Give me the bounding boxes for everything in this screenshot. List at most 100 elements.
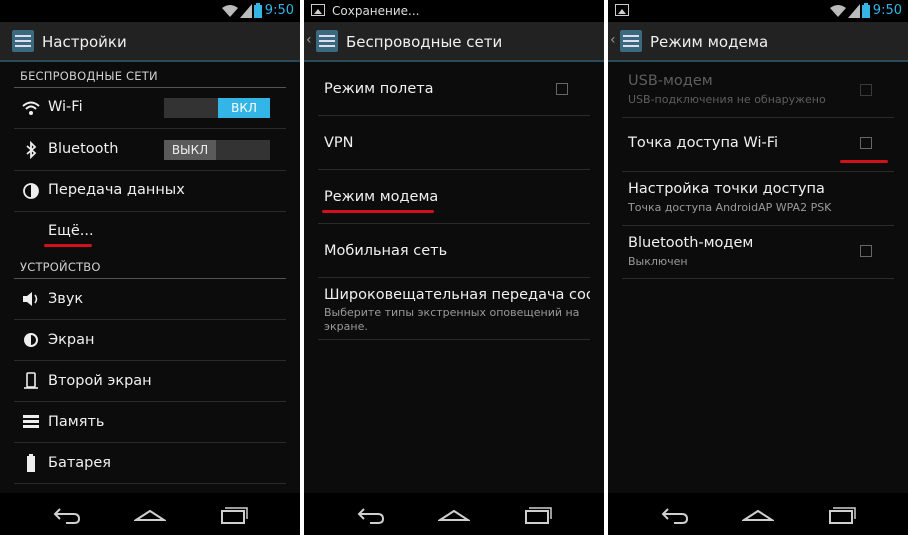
setting-usb-tethering: USB-модем USB-подключения не обнаружено [622,63,894,118]
navigation-bar [0,493,300,535]
hotspot-configure-label: Настройка точки доступа [628,181,825,197]
tethering-screen: 9:50 ‹ Режим модема USB-модем USB-подклю… [608,0,908,535]
wifi-signal-icon [222,5,238,17]
sound-label: Звук [48,291,84,307]
annotation-underline [44,244,92,247]
setting-vpn[interactable]: VPN [318,116,590,170]
navigation-bar [608,493,908,535]
page-title: Режим модема [650,33,769,51]
wifi-signal-icon [830,5,846,17]
display-label: Экран [48,332,95,348]
action-bar: ‹ Режим модема [608,22,908,62]
settings-item-battery[interactable]: Батарея [14,443,286,484]
wifi-label: Wi-Fi [48,99,83,115]
more-label: Ещё... [48,223,94,239]
setting-wifi-hotspot[interactable]: Точка доступа Wi-Fi [622,118,894,172]
status-bar: Сохранение... [304,0,604,22]
data-usage-icon [23,183,39,199]
section-header-wireless: БЕСПРОВОДНЫЕ СЕТИ [20,69,158,83]
setting-tethering[interactable]: Режим модема [318,170,590,224]
cell-signal-icon [240,4,252,18]
annotation-underline [322,210,434,213]
back-icon[interactable] [52,503,82,525]
brightness-icon [24,333,38,347]
bluetooth-label: Bluetooth [48,141,119,157]
second-screen-label: Второй экран [48,373,152,389]
storage-label: Память [48,414,105,430]
settings-item-second-screen[interactable]: Второй экран [14,361,286,402]
notification-text: Сохранение... [332,4,420,18]
setting-bluetooth-tethering[interactable]: Bluetooth-модем Выключен [622,226,894,279]
storage-icon [23,415,39,428]
recent-apps-icon[interactable] [218,503,248,525]
action-bar: Настройки [0,22,300,62]
annotation-underline [840,160,888,163]
airplane-mode-checkbox[interactable] [556,83,568,95]
status-bar: 9:50 [0,0,300,22]
bluetooth-tethering-checkbox[interactable] [860,245,872,257]
settings-app-icon[interactable] [12,30,34,52]
tethering-label: Режим модема [324,189,439,205]
recent-apps-icon[interactable] [826,503,856,525]
usb-tethering-summary: USB-подключения не обнаружено [628,93,826,106]
settings-item-display[interactable]: Экран [14,320,286,361]
status-bar: 9:50 [608,0,908,22]
cell-broadcast-label: Широковещательная передача соо [324,287,590,303]
image-notification-icon [311,4,325,16]
home-icon[interactable] [742,503,774,525]
setting-cell-broadcast[interactable]: Широковещательная передача соо Выберите … [318,278,590,340]
up-navigation-icon[interactable]: ‹ [610,32,616,48]
bluetooth-toggle[interactable]: ВЫКЛ [164,140,270,160]
settings-app-icon[interactable] [316,30,338,52]
home-icon[interactable] [438,503,470,525]
battery-status-icon [862,3,870,18]
cast-screen-icon [24,372,38,389]
settings-item-bluetooth[interactable]: Bluetooth ВЫКЛ [14,129,286,171]
bluetooth-toggle-off: ВЫКЛ [164,140,216,160]
setting-mobile-network[interactable]: Мобильная сеть [318,224,590,278]
hotspot-configure-summary: Точка доступа AndroidAP WPA2 PSK [628,201,832,214]
back-icon[interactable] [660,503,690,525]
cell-broadcast-summary-line1: Выберите типы экстренных оповещений на [324,306,580,319]
back-icon[interactable] [356,503,386,525]
setting-hotspot-configure[interactable]: Настройка точки доступа Точка доступа An… [622,172,894,226]
settings-screen: 9:50 Настройки БЕСПРОВОДНЫЕ СЕТИ Wi-Fi В… [0,0,300,535]
usb-tethering-checkbox [860,84,872,96]
usb-tethering-label: USB-модем [628,73,713,89]
page-title: Беспроводные сети [346,33,503,51]
recent-apps-icon[interactable] [522,503,552,525]
section-header-device: УСТРОЙСТВО [20,260,101,274]
image-notification-icon [615,4,629,16]
up-navigation-icon[interactable]: ‹ [306,32,312,48]
wifi-toggle[interactable]: ВКЛ [164,98,270,118]
bluetooth-tethering-label: Bluetooth-модем [628,235,754,251]
wireless-networks-screen: Сохранение... ‹ Беспроводные сети Режим … [304,0,604,535]
cell-broadcast-summary-line2: экране. [324,320,368,333]
page-title: Настройки [42,33,127,51]
setting-airplane-mode[interactable]: Режим полета [318,63,590,116]
settings-app-icon[interactable] [620,30,642,52]
speaker-icon [23,292,38,306]
home-icon[interactable] [134,503,166,525]
settings-item-data-usage[interactable]: Передача данных [14,171,286,212]
battery-label: Батарея [48,455,112,471]
settings-item-storage[interactable]: Память [14,402,286,443]
battery-status-icon [254,3,262,18]
wifi-toggle-on: ВКЛ [218,98,270,118]
vpn-label: VPN [324,135,354,151]
clock: 9:50 [264,3,294,18]
battery-icon [27,454,35,472]
airplane-mode-label: Режим полета [324,81,434,97]
settings-item-sound[interactable]: Звук [14,279,286,320]
settings-item-wifi[interactable]: Wi-Fi ВКЛ [14,88,286,129]
bluetooth-tethering-summary: Выключен [628,255,688,268]
wifi-icon [22,101,40,115]
clock: 9:50 [872,3,902,18]
bluetooth-icon [26,141,37,159]
navigation-bar [304,493,604,535]
cell-signal-icon [848,4,860,18]
action-bar: ‹ Беспроводные сети [304,22,604,62]
wifi-hotspot-label: Точка доступа Wi-Fi [628,135,779,151]
wifi-hotspot-checkbox[interactable] [860,137,872,149]
mobile-network-label: Мобильная сеть [324,243,448,259]
